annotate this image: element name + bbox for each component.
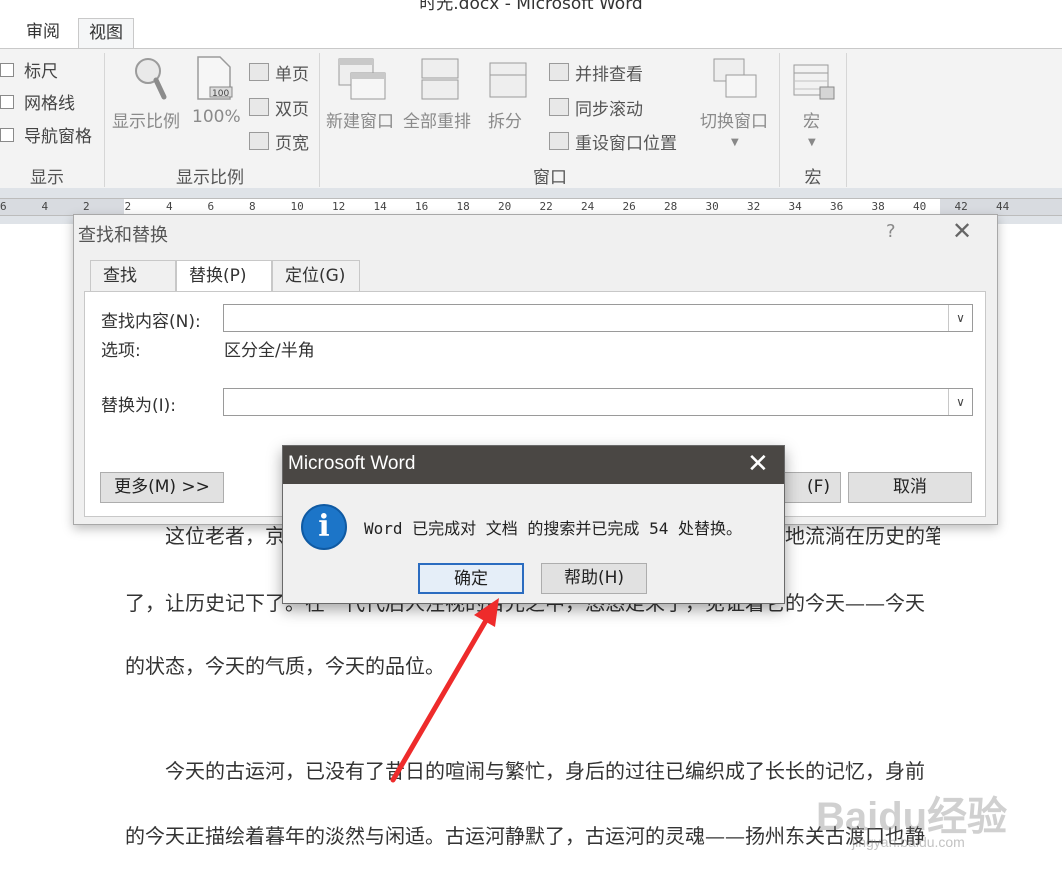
watermark-url: jingyan.baidu.com (852, 834, 965, 850)
annotation-arrow (390, 598, 499, 783)
watermark: Baidu经验 jingyan.baidu.com (812, 784, 1052, 854)
